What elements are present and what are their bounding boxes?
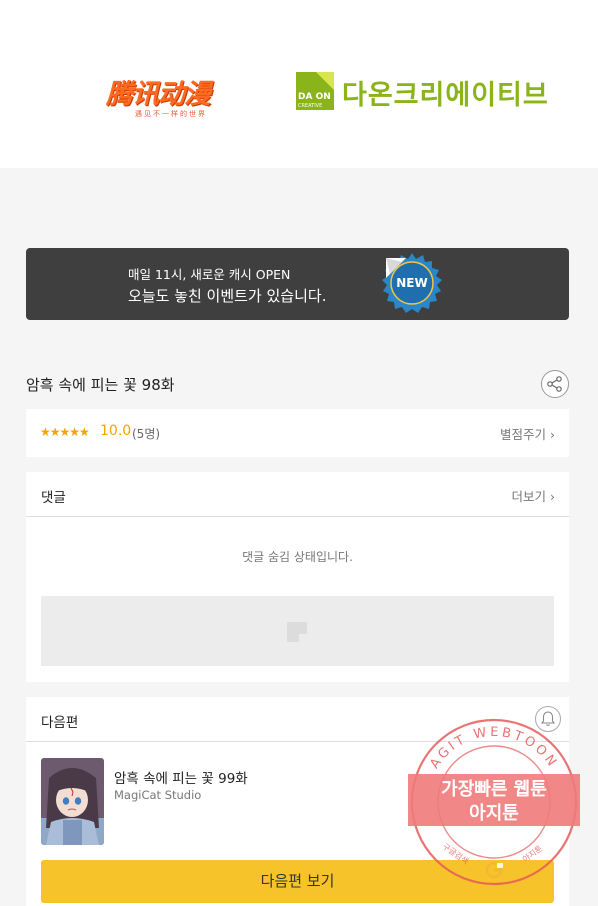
partner-section: ........................................… <box>0 0 598 168</box>
comment-header: 댓글 더보기 › <box>26 472 569 517</box>
chevron-right-icon: › <box>550 489 555 504</box>
new-badge-icon: NEW <box>382 253 442 313</box>
comment-more-label: 더보기 <box>511 489 547 504</box>
comment-more-button[interactable]: 더보기 › <box>512 486 556 505</box>
rating-score: 10.0 <box>100 423 132 439</box>
daon-box-sub: CREATIVE <box>298 103 323 109</box>
next-episode-section: 다음편 암흑 속에 피는 꽃 99화 MagiCat Studio 다음편 보기 <box>26 697 569 906</box>
tencent-logo[interactable]: 腾讯动漫 遇见不一样的世界 <box>106 72 236 120</box>
daon-logo[interactable]: DA ON CREATIVE 다온크리에이티브 <box>296 72 556 114</box>
next-episode-button[interactable]: 다음편 보기 <box>41 860 554 903</box>
next-episode-title[interactable]: 암흑 속에 피는 꽃 99화 <box>114 767 248 787</box>
next-episode-label: 다음편 <box>41 715 79 731</box>
banner-line-1: 매일 11시, 새로운 캐시 OPEN <box>128 267 291 282</box>
comment-hidden-message: 댓글 숨김 상태입니다. <box>242 550 353 564</box>
tencent-logo-mark: 腾讯动漫 <box>106 79 211 110</box>
ad-placeholder-icon <box>287 622 307 642</box>
next-episode-studio: MagiCat Studio <box>114 788 202 802</box>
rating-card: ★★★★★ 10.0 (5명) 별점주기 › <box>26 409 569 457</box>
rating-stars-icon: ★★★★★ <box>40 425 90 439</box>
badge-text: NEW <box>396 276 427 290</box>
event-banner[interactable]: 매일 11시, 새로운 캐시 OPEN 오늘도 놓친 이벤트가 있습니다. NE… <box>26 248 569 320</box>
episode-header: 암흑 속에 피는 꽃 98화 <box>26 368 569 400</box>
bell-icon <box>540 711 556 726</box>
next-episode-header: 다음편 <box>26 697 569 742</box>
chevron-right-icon: › <box>550 427 555 442</box>
daon-logo-name: 다온크리에이티브 <box>342 80 549 111</box>
comment-label: 댓글 <box>41 490 66 506</box>
next-episode-thumbnail[interactable] <box>41 758 104 845</box>
clipped-text: ........................................… <box>44 0 574 5</box>
rate-button[interactable]: 별점주기 › <box>500 424 555 443</box>
rating-count: (5명) <box>132 427 161 441</box>
notification-button[interactable] <box>535 706 561 732</box>
episode-title: 암흑 속에 피는 꽃 98화 <box>26 376 175 394</box>
daon-box-text: DA ON <box>298 92 331 102</box>
daon-logo-box: DA ON CREATIVE <box>296 72 334 110</box>
share-button[interactable] <box>541 370 569 398</box>
banner-line-2: 오늘도 놓친 이벤트가 있습니다. <box>128 287 327 305</box>
episode-thumbnail-image <box>41 758 104 845</box>
rate-button-label: 별점주기 <box>500 427 547 442</box>
share-icon <box>547 376 562 392</box>
comment-section: 댓글 더보기 › 댓글 숨김 상태입니다. <box>26 472 569 682</box>
ad-placeholder[interactable] <box>41 596 554 666</box>
